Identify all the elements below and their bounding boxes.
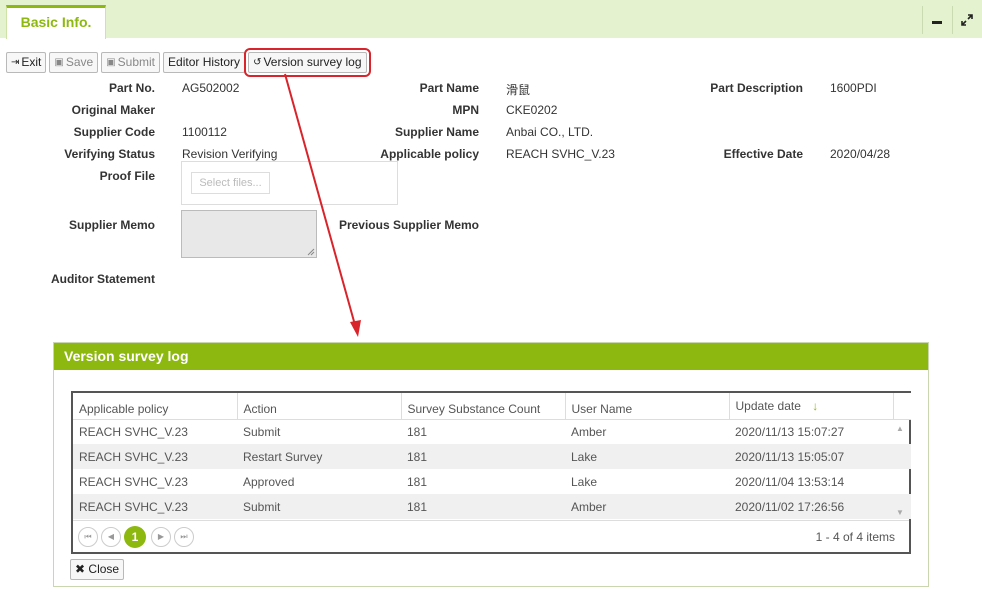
cell-action: Restart Survey — [237, 444, 401, 469]
auditor-statement-label: Auditor Statement — [50, 272, 155, 286]
mpn-label: MPN — [452, 103, 479, 117]
version-survey-log-dialog: Version survey log Applicable policy Act… — [53, 342, 929, 587]
grid-header-row: Applicable policy Action Survey Substanc… — [73, 393, 911, 420]
submit-button[interactable]: ▣ Submit — [101, 52, 161, 73]
scroll-up-arrow[interactable]: ▲ — [893, 419, 911, 444]
exit-icon: ⇥ — [11, 57, 20, 68]
toolbar: ⇥ Exit ▣ Save ▣ Submit Editor History ↺ … — [6, 48, 371, 77]
supplier-name-value: Anbai CO., LTD. — [506, 125, 594, 139]
minimize-button[interactable] — [922, 6, 950, 34]
supplier-memo-label: Supplier Memo — [68, 218, 155, 232]
cell-action: Submit — [237, 494, 401, 519]
submit-label: Submit — [117, 55, 156, 69]
original-maker-label: Original Maker — [71, 103, 155, 117]
close-label: Close — [88, 562, 120, 576]
cell-date: 2020/11/13 15:07:27 — [735, 424, 845, 439]
first-page-button[interactable]: ⏮ — [78, 527, 98, 547]
scrollbar-track[interactable] — [893, 469, 911, 494]
cell-user: Amber — [571, 424, 607, 439]
cell-action: Approved — [243, 474, 295, 489]
supplier-memo-textarea[interactable] — [181, 210, 317, 258]
cell-count: 181 — [407, 424, 428, 439]
cell-count: 181 — [401, 494, 565, 519]
table-row[interactable]: REACH SVHC_V.23 Restart Survey 181 Lake … — [73, 444, 911, 469]
part-no-label: Part No. — [108, 81, 155, 95]
cell-count: 181 — [407, 474, 428, 489]
table-row[interactable]: REACH SVHC_V.23 Submit 181 Amber 2020/11… — [73, 494, 911, 519]
part-description-value: 1600PDI — [830, 81, 877, 95]
verifying-status-label: Verifying Status — [64, 147, 155, 161]
cell-policy: REACH SVHC_V.23 — [73, 494, 237, 519]
table-row[interactable]: REACH SVHC_V.23 Approved 181 Lake 2020/1… — [73, 469, 911, 494]
next-page-button[interactable]: ▶ — [151, 527, 171, 547]
applicable-policy-value: REACH SVHC_V.23 — [506, 147, 615, 161]
supplier-code-value: 1100112 — [182, 125, 227, 139]
supplier-code-label: Supplier Code — [73, 125, 155, 139]
save-icon: ▣ — [54, 57, 64, 68]
previous-supplier-memo-label: Previous Supplier Memo — [338, 218, 479, 232]
cell-date: 2020/11/04 13:53:14 — [735, 474, 845, 489]
save-button[interactable]: ▣ Save — [49, 52, 99, 73]
pager-info: 1 - 4 of 4 items — [815, 530, 895, 544]
cell-date: 2020/11/02 17:26:56 — [729, 494, 893, 519]
minimize-icon — [931, 21, 942, 24]
exit-label: Exit — [21, 55, 42, 69]
part-name-label: Part Name — [419, 81, 479, 95]
col-header-survey-substance-count[interactable]: Survey Substance Count — [401, 393, 566, 420]
cell-policy: REACH SVHC_V.23 — [79, 474, 188, 489]
sort-descending-icon: ↓ — [812, 398, 819, 413]
col-header-update-date[interactable]: Update date ↓ — [729, 393, 894, 420]
scrollbar-track[interactable] — [893, 444, 911, 469]
col-header-applicable-policy[interactable]: Applicable policy — [73, 393, 238, 420]
grid-header-scroll-spacer — [893, 393, 911, 420]
cell-policy: REACH SVHC_V.23 — [79, 424, 188, 439]
expand-icon — [960, 14, 973, 26]
col-header-action[interactable]: Action — [237, 393, 402, 420]
effective-date-value: 2020/04/28 — [830, 147, 891, 161]
col-header-user-name[interactable]: User Name — [565, 393, 730, 420]
current-page[interactable]: 1 — [124, 526, 146, 548]
file-upload-area: Select files... — [181, 161, 398, 205]
close-button[interactable]: ✖ Close — [70, 559, 125, 580]
version-log-grid: Applicable policy Action Survey Substanc… — [71, 391, 911, 554]
cell-count: 181 — [401, 444, 565, 469]
cell-user: Lake — [565, 444, 729, 469]
update-date-label: Update date — [735, 398, 801, 413]
cell-policy: REACH SVHC_V.23 — [73, 444, 237, 469]
applicable-policy-label: Applicable policy — [380, 147, 479, 161]
part-description-label: Part Description — [710, 81, 803, 95]
dialog-title: Version survey log — [54, 343, 928, 370]
exit-button[interactable]: ⇥ Exit — [6, 52, 47, 73]
top-bar: Basic Info. — [0, 0, 982, 39]
part-name-value: 滑鼠 — [506, 83, 531, 97]
history-icon: ↺ — [253, 57, 262, 68]
cell-date: 2020/11/13 15:05:07 — [729, 444, 893, 469]
mpn-value: CKE0202 — [506, 103, 558, 117]
maximize-button[interactable] — [952, 6, 980, 34]
editor-history-button[interactable]: Editor History — [163, 52, 246, 73]
part-no-value: AG502002 — [182, 81, 240, 95]
cell-action: Submit — [243, 424, 281, 439]
resize-handle-icon — [307, 248, 315, 256]
last-page-button[interactable]: ⏭ — [174, 527, 194, 547]
pager: ⏮ ◀ 1 ▶ ⏭ 1 - 4 of 4 items — [73, 520, 909, 552]
version-survey-log-label: Version survey log — [263, 55, 362, 69]
cell-user: Lake — [571, 474, 598, 489]
close-icon: ✖ — [75, 562, 86, 576]
editor-history-label: Editor History — [168, 55, 241, 69]
tab-basic-info[interactable]: Basic Info. — [6, 5, 106, 39]
select-files-button[interactable]: Select files... — [191, 172, 270, 194]
prev-page-button[interactable]: ◀ — [101, 527, 121, 547]
submit-icon: ▣ — [106, 57, 116, 68]
scroll-down-arrow[interactable]: ▼ — [893, 494, 911, 519]
table-row[interactable]: REACH SVHC_V.23 Submit 181 Amber 2020/11… — [73, 419, 911, 444]
cell-user: Amber — [565, 494, 729, 519]
version-survey-log-button[interactable]: ↺ Version survey log — [244, 48, 371, 77]
verifying-status-value: Revision Verifying — [182, 147, 278, 161]
save-label: Save — [65, 55, 94, 69]
proof-file-label: Proof File — [99, 169, 155, 183]
supplier-name-label: Supplier Name — [394, 125, 479, 139]
effective-date-label: Effective Date — [723, 147, 803, 161]
